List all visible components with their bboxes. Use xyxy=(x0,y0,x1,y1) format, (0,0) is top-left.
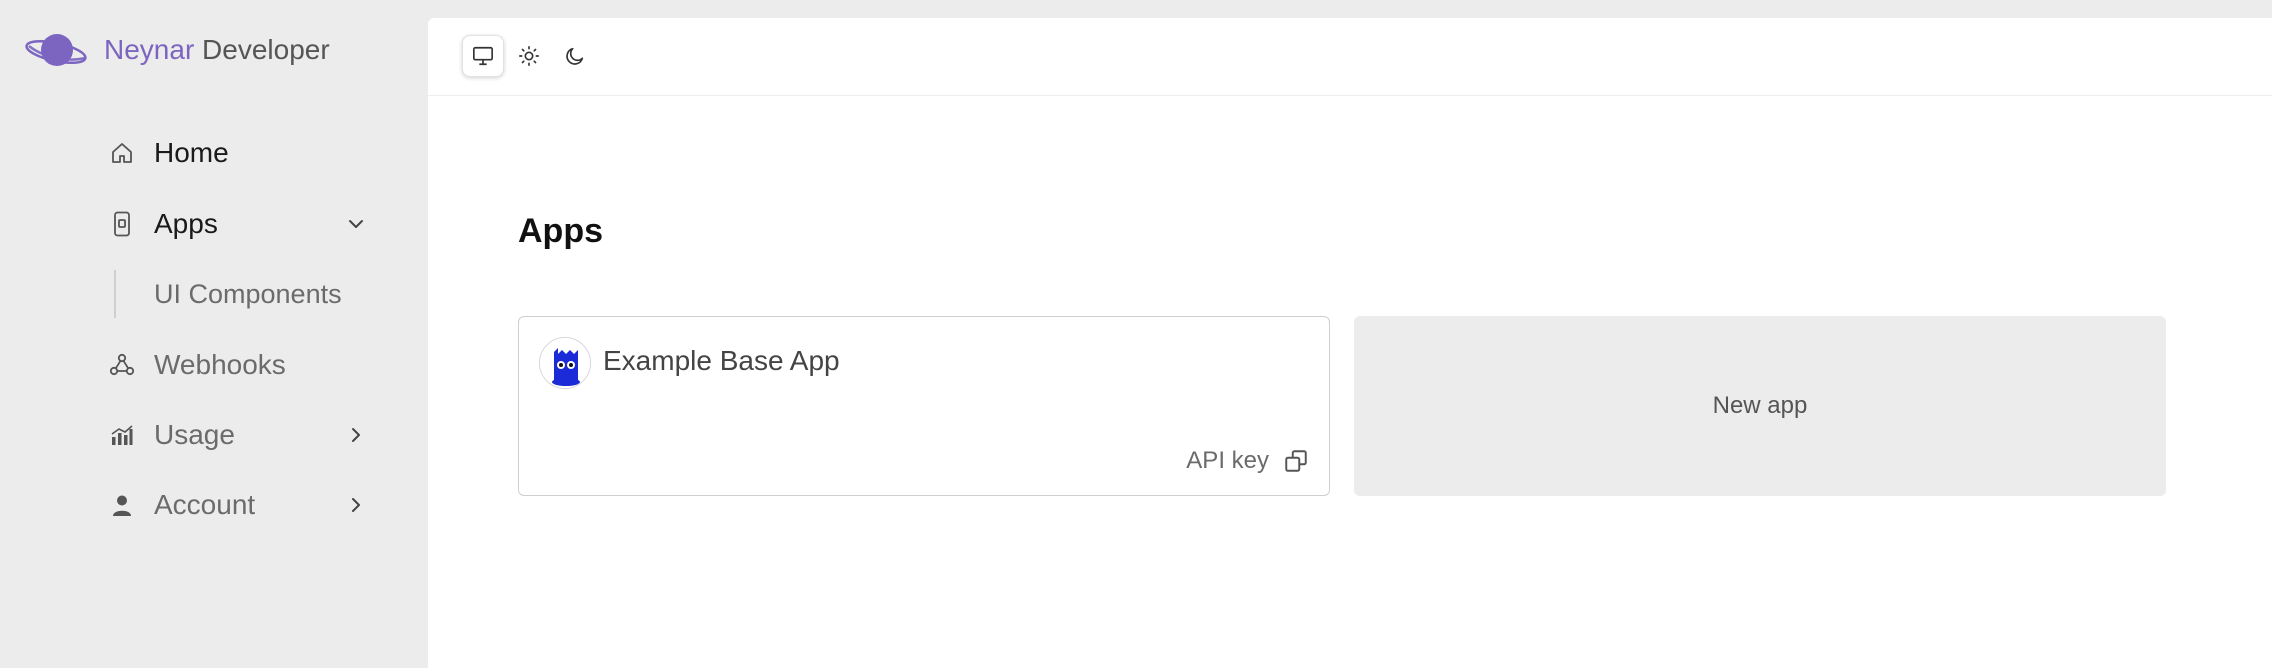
sidebar-item-label: Account xyxy=(154,489,256,520)
planet-icon xyxy=(25,34,87,66)
moon-icon xyxy=(566,47,584,65)
sidebar-item-label: Home xyxy=(154,137,229,168)
home-icon xyxy=(108,139,136,167)
top-bar xyxy=(428,18,2272,96)
chevron-right-icon[interactable] xyxy=(344,423,368,447)
api-key-copy[interactable]: API key xyxy=(1186,447,1309,475)
app-card[interactable]: Example Base App API key xyxy=(518,316,1330,496)
user-icon xyxy=(108,491,136,519)
new-app-button[interactable]: New app xyxy=(1354,316,2166,496)
app-name: Example Base App xyxy=(603,345,840,376)
monitor-icon xyxy=(473,46,493,66)
theme-system-button[interactable] xyxy=(462,35,504,77)
sidebar-item-account[interactable]: Account xyxy=(108,480,368,530)
bar-chart-icon xyxy=(108,421,136,449)
sidebar-item-usage[interactable]: Usage xyxy=(108,410,368,460)
mobile-device-icon xyxy=(108,210,136,238)
sidebar-item-label: Webhooks xyxy=(154,349,286,380)
sidebar-subitem-label: UI Components xyxy=(154,278,342,309)
sidebar-item-label: Apps xyxy=(154,208,218,239)
sidebar-item-home[interactable]: Home xyxy=(108,128,368,178)
brand-name-neynar: Neynar xyxy=(104,34,195,65)
app-avatar xyxy=(539,337,591,389)
brand[interactable]: Neynar Developer xyxy=(24,28,330,72)
brand-name-developer: Developer xyxy=(202,34,330,65)
page-title: Apps xyxy=(518,212,603,250)
sidebar-item-webhooks[interactable]: Webhooks xyxy=(108,340,368,390)
brand-name: Neynar Developer xyxy=(104,34,330,66)
api-key-label: API key xyxy=(1186,447,1269,474)
chevron-down-icon[interactable] xyxy=(344,212,368,236)
theme-light-button[interactable] xyxy=(508,35,550,77)
webhook-icon xyxy=(108,351,136,379)
sidebar: Neynar Developer Home Apps UI Components… xyxy=(0,0,428,668)
chevron-right-icon[interactable] xyxy=(344,493,368,517)
new-app-label: New app xyxy=(1712,392,1808,419)
sun-icon xyxy=(519,46,539,66)
main-panel: Apps Example Base App API key New app xyxy=(428,18,2272,668)
app-avatar-image xyxy=(540,338,590,388)
sidebar-item-label: Usage xyxy=(154,419,235,450)
theme-dark-button[interactable] xyxy=(554,35,596,77)
copy-icon[interactable] xyxy=(1283,448,1309,474)
sidebar-item-apps[interactable]: Apps xyxy=(108,199,368,249)
sidebar-subitem-ui-components[interactable]: UI Components xyxy=(114,270,354,318)
